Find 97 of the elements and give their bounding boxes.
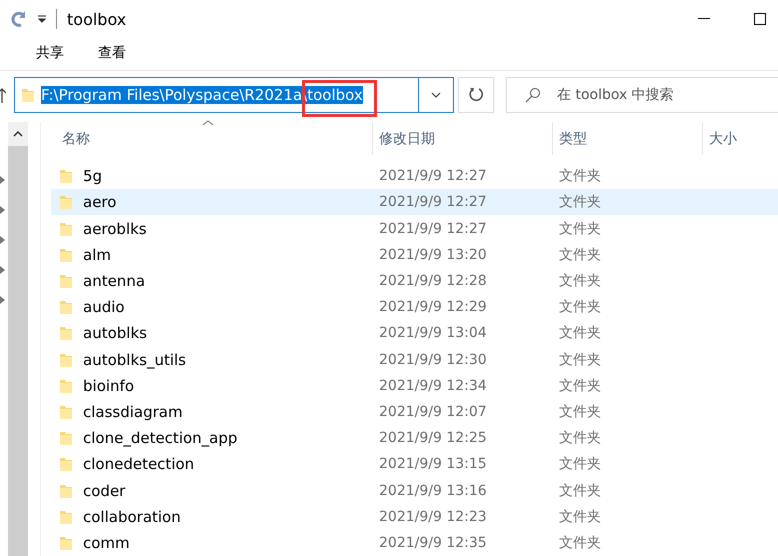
file-row[interactable]: aero 2021/9/9 12:27 文件夹 [51, 189, 778, 216]
file-row[interactable]: clonedetection 2021/9/9 13:15 文件夹 [51, 451, 778, 478]
file-name: audio [83, 298, 125, 316]
column-header[interactable]: 修改日期 [373, 122, 553, 155]
redo-icon[interactable] [10, 10, 28, 28]
file-row[interactable]: classdiagram 2021/9/9 12:07 文件夹 [51, 398, 778, 426]
column-header[interactable]: 名称 [51, 122, 373, 155]
file-type: 文件夹 [558, 482, 602, 500]
file-name: bioinfo [83, 376, 134, 395]
file-type: 文件夹 [558, 350, 602, 369]
file-type: 文件夹 [558, 429, 602, 448]
file-name: coder [83, 482, 126, 500]
sort-caret-icon [202, 120, 214, 126]
modified-date: 2021/9/9 12:34 [378, 378, 488, 394]
file-type: 文件夹 [558, 324, 602, 342]
file-row[interactable]: audio 2021/9/9 12:29 文件夹 [51, 294, 778, 320]
refresh-icon [468, 87, 484, 103]
file-row[interactable]: clone_detection_app 2021/9/9 12:25 文件夹 [51, 425, 778, 452]
search-box[interactable]: 在 toolbox 中搜索 [506, 77, 778, 113]
file-type: 文件夹 [558, 402, 602, 421]
folder-icon [59, 404, 73, 420]
file-row[interactable]: collaboration 2021/9/9 12:23 文件夹 [51, 504, 778, 530]
file-row[interactable]: autoblks 2021/9/9 13:04 文件夹 [51, 320, 778, 346]
modified-date: 2021/9/9 12:27 [378, 220, 488, 236]
file-name: comm [83, 534, 130, 552]
file-name: antenna [83, 272, 146, 290]
file-row[interactable]: alm 2021/9/9 13:20 文件夹 [51, 242, 778, 268]
folder-icon [59, 299, 73, 316]
folder-icon [59, 456, 73, 472]
file-name: clonedetection [83, 455, 194, 474]
file-row[interactable]: bioinfo 2021/9/9 12:34 文件夹 [51, 372, 778, 399]
modified-date: 2021/9/9 12:27 [378, 194, 488, 210]
scroll-up-icon[interactable] [13, 131, 23, 137]
modified-date: 2021/9/9 13:15 [378, 456, 488, 472]
file-type: 文件夹 [558, 298, 602, 316]
file-row[interactable]: coder 2021/9/9 13:16 文件夹 [51, 477, 778, 504]
folder-icon [59, 430, 73, 446]
file-type: 文件夹 [558, 272, 602, 290]
scrollbar[interactable] [8, 122, 28, 556]
column-header[interactable]: 大小 [703, 122, 778, 155]
chevron-icon [431, 92, 441, 98]
folder-icon [59, 194, 73, 210]
modified-date: 2021/9/9 13:20 [378, 246, 488, 263]
folder-icon [59, 168, 73, 184]
file-row[interactable]: 5g 2021/9/9 12:27 文件夹 [51, 163, 778, 190]
search-icon [525, 87, 541, 103]
file-type: 文件夹 [558, 167, 602, 186]
file-name: 5g [83, 167, 102, 186]
file-row[interactable]: comm 2021/9/9 12:35 文件夹 [51, 530, 778, 556]
file-type: 文件夹 [558, 534, 602, 552]
file-name: classdiagram [83, 402, 183, 421]
folder-icon [59, 534, 73, 551]
file-type: 文件夹 [558, 508, 602, 526]
maximize-icon[interactable] [754, 13, 766, 25]
modified-date: 2021/9/9 12:27 [378, 168, 488, 184]
modified-date: 2021/9/9 12:29 [378, 299, 488, 316]
file-type: 文件夹 [558, 376, 602, 395]
folder-icon [59, 220, 73, 236]
file-type: 文件夹 [558, 220, 602, 238]
folder-icon [59, 325, 73, 342]
up-arrow-icon[interactable] [0, 87, 6, 103]
file-row[interactable]: antenna 2021/9/9 12:28 文件夹 [51, 268, 778, 294]
minimize-icon[interactable] [698, 18, 710, 20]
refresh-button[interactable] [458, 77, 494, 113]
folder-icon [21, 87, 35, 103]
file-name: autoblks_utils [83, 350, 186, 369]
folder-icon [59, 246, 73, 263]
folder-icon [59, 352, 73, 368]
file-row[interactable]: autoblks_utils 2021/9/9 12:30 文件夹 [51, 346, 778, 373]
modified-date: 2021/9/9 12:25 [378, 430, 488, 446]
folder-icon [59, 272, 73, 289]
file-name: collaboration [83, 508, 181, 526]
window-title: toolbox [67, 10, 126, 28]
dropdown-icon[interactable] [38, 15, 46, 23]
modified-date: 2021/9/9 13:16 [378, 482, 488, 499]
modified-date: 2021/9/9 12:07 [378, 404, 488, 420]
column-header[interactable]: 类型 [553, 122, 703, 155]
file-row[interactable]: aeroblks 2021/9/9 12:27 文件夹 [51, 215, 778, 242]
modified-date: 2021/9/9 12:30 [378, 352, 488, 368]
modified-date: 2021/9/9 12:23 [378, 508, 488, 525]
file-type: 文件夹 [558, 193, 602, 212]
file-name: aero [83, 193, 116, 212]
file-name: aeroblks [83, 220, 147, 238]
folder-icon [59, 482, 73, 499]
modified-date: 2021/9/9 12:28 [378, 272, 488, 289]
ribbon-tab[interactable]: 共享 [36, 42, 64, 66]
modified-date: 2021/9/9 12:35 [378, 534, 488, 551]
file-name: alm [83, 246, 111, 264]
modified-date: 2021/9/9 13:04 [378, 325, 488, 342]
file-name: autoblks [83, 324, 147, 342]
ribbon-tab[interactable]: 查看 [98, 42, 126, 66]
folder-icon [59, 508, 73, 525]
folder-icon [59, 378, 73, 394]
file-type: 文件夹 [558, 246, 602, 264]
history-dropdown-button[interactable] [418, 77, 454, 113]
file-type: 文件夹 [558, 455, 602, 474]
file-name: clone_detection_app [83, 429, 238, 448]
